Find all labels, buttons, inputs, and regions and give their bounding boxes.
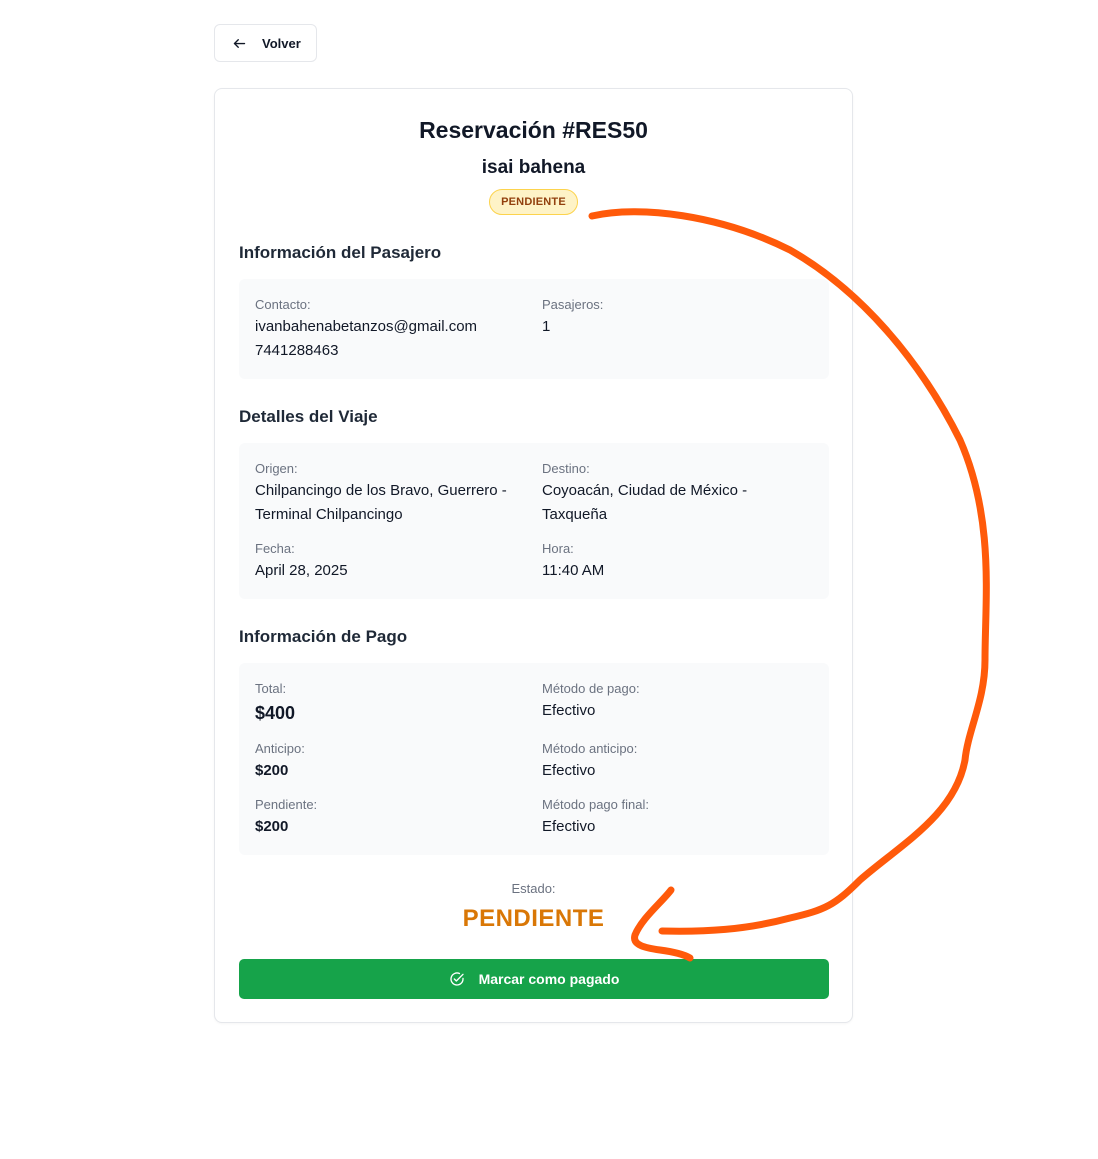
deposit-value: $200: [255, 762, 289, 779]
mark-paid-label: Marcar como pagado: [478, 971, 620, 987]
customer-name: isai bahena: [481, 157, 586, 178]
total-label: Total:: [255, 681, 287, 696]
estado-value: PENDIENTE: [462, 905, 605, 932]
arrow-left-icon: [233, 38, 246, 48]
origin-value-line2: Terminal Chilpancingo: [255, 506, 403, 523]
trip-section-title: Detalles del Viaje: [239, 407, 378, 426]
contact-email: ivanbahenabetanzos@gmail.com: [255, 318, 478, 335]
time-value: 11:40 AM: [542, 562, 605, 579]
contact-label: Contacto:: [255, 297, 311, 312]
passenger-panel: Contacto: ivanbahenabetanzos@gmail.com 7…: [239, 279, 829, 379]
payment-method-label: Método de pago:: [542, 681, 640, 696]
destination-label: Destino:: [542, 461, 590, 476]
deposit-method-value: Efectivo: [542, 762, 596, 779]
check-circle-icon: [449, 972, 464, 986]
pending-label: Pendiente:: [255, 797, 318, 812]
origin-label: Origen:: [255, 461, 298, 476]
passengers-value: 1: [542, 318, 551, 335]
estado-label: Estado:: [511, 881, 556, 896]
passenger-section-title: Información del Pasajero: [239, 243, 442, 262]
origin-value-line1: Chilpancingo de los Bravo, Guerrero -: [255, 482, 507, 499]
status-badge: PENDIENTE: [489, 189, 578, 215]
mark-paid-button[interactable]: Marcar como pagado: [239, 959, 829, 999]
time-label: Hora:: [542, 541, 574, 556]
back-button[interactable]: Volver: [214, 24, 317, 62]
reservation-card: Reservación #RES50 isai bahena PENDIENTE…: [214, 88, 853, 1023]
contact-phone: 7441288463: [255, 342, 339, 359]
back-button-label: Volver: [262, 35, 301, 51]
date-label: Fecha:: [255, 541, 295, 556]
date-value: April 28, 2025: [255, 562, 348, 579]
final-method-value: Efectivo: [542, 818, 596, 835]
destination-value-line2: Taxqueña: [542, 506, 608, 523]
payment-panel: Total: $400 Método de pago: Efectivo Ant…: [239, 663, 829, 855]
destination-value-line1: Coyoacán, Ciudad de México -: [542, 482, 748, 499]
payment-method-value: Efectivo: [542, 702, 596, 719]
pending-value: $200: [255, 818, 289, 835]
deposit-method-label: Método anticipo:: [542, 741, 638, 756]
passengers-label: Pasajeros:: [542, 297, 604, 312]
payment-section-title: Información de Pago: [239, 627, 408, 646]
trip-panel: Origen: Chilpancingo de los Bravo, Guerr…: [239, 443, 829, 599]
final-method-label: Método pago final:: [542, 797, 649, 812]
total-value: $400: [255, 703, 296, 723]
deposit-label: Anticipo:: [255, 741, 305, 756]
page-title: Reservación #RES50: [419, 117, 648, 143]
